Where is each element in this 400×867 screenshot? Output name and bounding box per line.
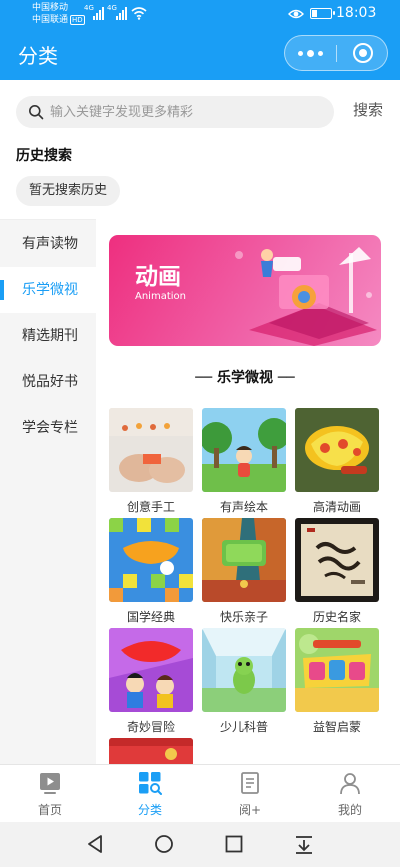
search-input[interactable] <box>50 96 320 128</box>
tab-label: 我的 <box>337 803 362 817</box>
sidebar-item-videos[interactable]: 乐学微视 <box>0 267 96 313</box>
tile-kids-science[interactable]: 少儿科普 <box>202 628 286 735</box>
tile-thumbnail <box>109 408 193 492</box>
tile-wonderful-adventures[interactable]: 奇妙冒险 <box>109 628 193 735</box>
tile-thumbnail <box>202 408 286 492</box>
tile-label: 快乐亲子 <box>219 610 268 624</box>
signal-icon-2 <box>116 6 127 20</box>
play-home-icon <box>40 773 60 794</box>
sidebar-item-columns[interactable]: 学会专栏 <box>0 405 96 451</box>
tile-label: 少儿科普 <box>219 720 268 734</box>
sidebar-item-audiobooks[interactable]: 有声读物 <box>0 221 96 267</box>
category-grid-icon <box>139 772 162 795</box>
search-bar <box>16 96 334 128</box>
tile-label: 高清动画 <box>312 500 361 514</box>
tab-label: 首页 <box>37 803 62 817</box>
tile-audio-picture-books[interactable]: 有声绘本 <box>202 408 286 515</box>
tile-partial-next[interactable] <box>109 738 193 764</box>
app-header: 分类 <box>0 28 400 80</box>
clock: 18:03 <box>336 5 377 21</box>
tile-thumbnail <box>109 518 193 602</box>
battery-icon <box>310 8 335 19</box>
section-title: ── 乐学微视 ── <box>195 370 295 386</box>
signal-icon <box>93 6 104 20</box>
bottom-tab-bar: 首页 分类 阅+ 我的 <box>0 764 400 822</box>
tile-puzzle-enlightenment[interactable]: 益智启蒙 <box>295 628 379 735</box>
tile-creative-crafts[interactable]: 创意手工 <box>109 408 193 515</box>
close-target-icon[interactable] <box>353 43 373 63</box>
more-dots-icon[interactable] <box>285 36 336 70</box>
sidebar-item-books[interactable]: 悦品好书 <box>0 359 96 405</box>
tile-label: 历史名家 <box>312 610 361 624</box>
banner-subtitle: Animation <box>135 291 186 302</box>
recents-square-icon[interactable] <box>223 833 245 855</box>
search-button[interactable]: 搜索 <box>353 99 383 120</box>
tile-label: 奇妙冒险 <box>126 720 175 734</box>
tile-thumbnail <box>202 628 286 712</box>
carrier-1: 中国移动 <box>32 3 69 13</box>
search-icon <box>29 105 44 120</box>
category-sidebar: 有声读物 乐学微视 精选期刊 悦品好书 学会专栏 <box>0 219 96 764</box>
tile-label: 创意手工 <box>126 500 175 514</box>
page-title: 分类 <box>18 44 58 68</box>
tile-thumbnail <box>202 518 286 602</box>
tile-happy-parenting[interactable]: 快乐亲子 <box>202 518 286 625</box>
eye-icon <box>288 9 304 19</box>
carrier-2: 中国联通 <box>32 15 69 25</box>
banner-illustration <box>235 247 377 346</box>
history-empty-chip: 暂无搜索历史 <box>16 176 121 206</box>
tile-hd-animation[interactable]: 高清动画 <box>295 408 379 515</box>
tile-historical-figures[interactable]: 历史名家 <box>295 518 379 625</box>
tile-thumbnail <box>295 408 379 492</box>
tile-label: 益智启蒙 <box>312 720 361 734</box>
sidebar-item-journals[interactable]: 精选期刊 <box>0 313 96 359</box>
hd-badge: HD <box>70 15 85 25</box>
carrier-info: 中国移动 中国联通 HD <box>32 2 85 26</box>
tile-thumbnail <box>109 628 193 712</box>
tile-label: 有声绘本 <box>219 500 268 514</box>
user-profile-icon <box>340 773 360 795</box>
tab-label: 分类 <box>137 803 162 817</box>
mini-program-capsule <box>284 35 388 71</box>
book-read-icon <box>241 772 259 794</box>
tab-read-plus[interactable]: 阅+ <box>200 765 300 823</box>
wifi-icon <box>131 7 147 20</box>
notification-pulldown-icon[interactable] <box>293 833 315 855</box>
banner-title: 动画 <box>135 264 181 290</box>
tab-label: 阅+ <box>238 803 262 817</box>
back-triangle-icon[interactable] <box>84 833 106 855</box>
animation-banner[interactable]: 动画 Animation <box>109 235 381 346</box>
tile-thumbnail <box>295 628 379 712</box>
tile-thumbnail <box>295 518 379 602</box>
tab-profile[interactable]: 我的 <box>300 765 400 823</box>
tab-category[interactable]: 分类 <box>100 765 200 823</box>
home-circle-icon[interactable] <box>153 833 175 855</box>
tab-home[interactable]: 首页 <box>0 765 100 823</box>
capsule-divider <box>336 45 337 62</box>
system-navigation-bar <box>0 822 400 867</box>
tile-chinese-classics[interactable]: 国学经典 <box>109 518 193 625</box>
tile-label: 国学经典 <box>126 610 175 624</box>
history-title: 历史搜索 <box>16 148 72 164</box>
status-bar: 中国移动 中国联通 HD 4G 4G 18:03 <box>0 0 400 28</box>
